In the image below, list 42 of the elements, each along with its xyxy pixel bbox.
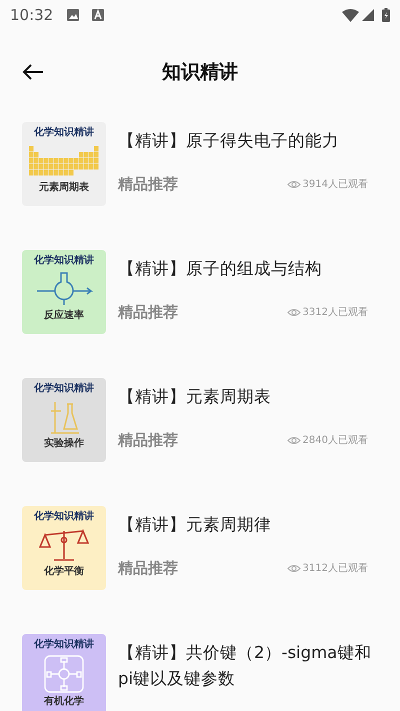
thumbnail-caption: 化学平衡 (44, 566, 84, 578)
thumbnail[interactable]: 化学知识精讲 反应速率 (22, 250, 106, 334)
thumbnail-caption: 反应速率 (44, 310, 84, 322)
lesson-tag: 精品推荐 (118, 301, 178, 324)
lesson-title[interactable]: 【精讲】共价键（2）-sigma键和pi键以及键参数 (118, 640, 400, 692)
lesson-tag: 精品推荐 (118, 429, 178, 452)
lesson-title[interactable]: 【精讲】元素周期律 (118, 512, 368, 538)
eye-icon (286, 564, 301, 573)
thumbnail-caption: 实验操作 (44, 438, 84, 450)
thumbnail[interactable]: 化学知识精讲 化学平衡 (22, 506, 106, 590)
node-diagram-icon (44, 655, 84, 693)
view-count: 2840人已观看 (302, 434, 368, 448)
lesson-tag: 精品推荐 (118, 173, 178, 196)
page-title: 知识精讲 (162, 60, 238, 85)
lesson-title[interactable]: 【精讲】原子的组成与结构 (118, 256, 368, 282)
thumbnail[interactable]: 化学知识精讲 有机化学 (22, 634, 106, 711)
thumbnail-heading: 化学知识精讲 (34, 126, 94, 140)
view-count: 3312人已观看 (302, 306, 368, 320)
thumbnail-heading: 化学知识精讲 (34, 382, 94, 396)
view-count: 3914人已观看 (302, 178, 368, 192)
image-icon (67, 9, 80, 21)
eye-icon (286, 308, 301, 317)
thumbnail-heading: 化学知识精讲 (34, 510, 94, 524)
view-count: 3112人已观看 (302, 562, 368, 576)
signal-icon (362, 9, 374, 21)
thumbnail-caption: 有机化学 (44, 696, 84, 708)
thumbnail[interactable]: 化学知识精讲 实验操作 (22, 378, 106, 462)
thumbnail-caption: 元素周期表 (39, 182, 89, 194)
eye-icon (286, 436, 301, 445)
thumbnail-heading: 化学知识精讲 (34, 638, 94, 652)
balance-scale-icon (39, 527, 89, 563)
battery-icon (382, 8, 390, 22)
notification-icon (92, 9, 104, 21)
eye-icon (286, 180, 301, 189)
lesson-tag: 精品推荐 (118, 557, 178, 580)
back-arrow-icon[interactable] (22, 63, 44, 81)
wifi-icon (342, 8, 359, 22)
thumbnail[interactable]: 化学知识精讲 元素周期表 (22, 122, 106, 206)
thumbnail-heading: 化学知识精讲 (34, 254, 94, 268)
lesson-title[interactable]: 【精讲】元素周期表 (118, 384, 368, 410)
lesson-title[interactable]: 【精讲】原子得失电子的能力 (118, 128, 368, 154)
status-time: 10:32 (10, 4, 54, 26)
